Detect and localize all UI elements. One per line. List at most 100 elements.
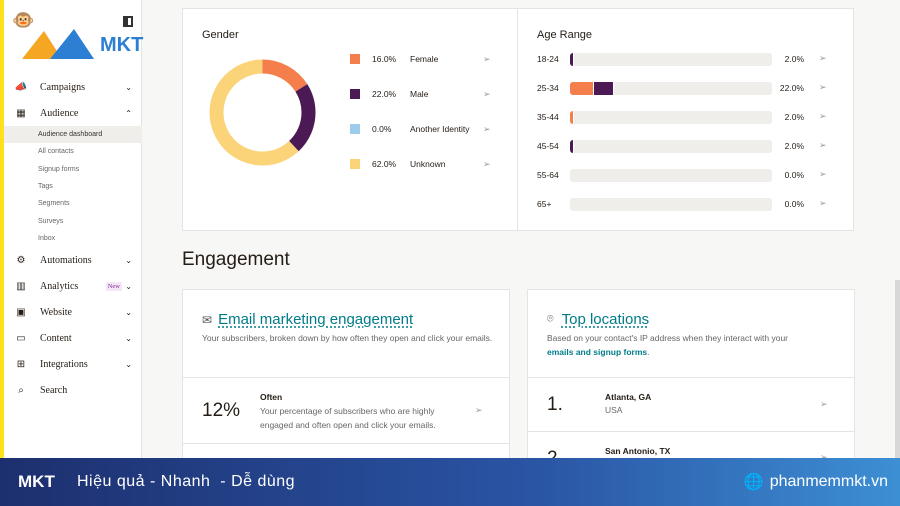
scrollbar[interactable] xyxy=(895,280,900,458)
footer-brand-logo: MKT xyxy=(18,472,55,491)
location-pin-icon: ⌾ xyxy=(547,313,554,325)
sidebar-subitem[interactable]: Inbox xyxy=(4,230,142,247)
gender-legend-item: 16.0% Female ➢ xyxy=(350,54,500,64)
send-icon[interactable]: ➢ xyxy=(483,89,491,100)
send-icon[interactable]: ➢ xyxy=(483,159,491,170)
age-label: 35-44 xyxy=(537,112,559,122)
gender-legend-item: 0.0% Another Identity ➢ xyxy=(350,124,500,134)
age-row: 65+ 0.0% ➢ xyxy=(537,198,837,212)
engagement-heading: Engagement xyxy=(182,249,290,270)
age-pct: 22.0% xyxy=(779,83,804,93)
age-label: 65+ xyxy=(537,199,552,209)
search-icon: ⌕ xyxy=(18,384,24,396)
sidebar-item-label: Audience xyxy=(40,107,79,119)
legend-label: Female xyxy=(410,54,439,64)
sidebar-item-integrations[interactable]: ⊞ Integrations ⌄ xyxy=(4,351,142,377)
website-icon: ▣ xyxy=(16,306,26,318)
sidebar-item-campaigns[interactable]: 📣 Campaigns ⌄ xyxy=(4,74,142,100)
mkt-watermark-logo: MKT xyxy=(22,29,143,59)
collapse-sidebar-icon[interactable] xyxy=(123,16,133,27)
send-icon[interactable]: ➢ xyxy=(820,399,828,410)
footer-site[interactable]: phanmemmkt.vn xyxy=(770,473,888,491)
send-icon[interactable]: ➢ xyxy=(819,198,827,209)
send-icon[interactable]: ➢ xyxy=(483,54,491,65)
audience-icon: ▦ xyxy=(16,107,26,119)
age-label: 55-64 xyxy=(537,170,559,180)
send-icon[interactable]: ➢ xyxy=(819,82,827,93)
sidebar-subitem[interactable]: Segments xyxy=(4,195,142,212)
send-icon[interactable]: ➢ xyxy=(819,169,827,180)
age-row: 45-54 2.0% ➢ xyxy=(537,140,837,154)
legend-pct: 62.0% xyxy=(372,159,397,169)
globe-icon: 🌐 xyxy=(743,474,764,491)
sidebar-item-website[interactable]: ▣ Website ⌄ xyxy=(4,299,142,325)
gender-legend-item: 62.0% Unknown ➢ xyxy=(350,159,500,169)
legend-swatch xyxy=(350,159,360,169)
age-bar xyxy=(570,111,772,124)
chevron-down-icon[interactable]: ⌄ xyxy=(125,256,132,265)
top-locations-desc: Based on your contact's IP address when … xyxy=(547,333,789,343)
sidebar-subitem[interactable]: Surveys xyxy=(4,212,142,229)
age-row: 35-44 2.0% ➢ xyxy=(537,111,837,125)
legend-pct: 16.0% xyxy=(372,54,397,64)
age-bar xyxy=(570,140,772,153)
send-icon[interactable]: ➢ xyxy=(819,53,827,64)
grid-icon: ⊞ xyxy=(16,358,26,370)
age-bar-segment xyxy=(570,82,595,95)
engagement-name: Often xyxy=(260,392,283,402)
age-bar xyxy=(570,82,772,95)
engagement-desc: Your percentage of subscribers who are h… xyxy=(260,406,436,430)
legend-label: Unknown xyxy=(410,159,446,169)
sidebar-subitem[interactable]: Tags xyxy=(4,178,142,195)
sidebar-subitem[interactable]: All contacts xyxy=(4,143,142,160)
sidebar-item-audience[interactable]: ▦ Audience ⌃ xyxy=(4,100,142,126)
email-engagement-card: ✉ Email marketing engagement Your subscr… xyxy=(182,289,510,469)
envelope-icon: ✉ xyxy=(202,312,213,327)
sidebar: 🐵 MKT 📣 Campaigns ⌄ ▦ Audience ⌃ Audience dash… xyxy=(4,0,143,458)
sidebar-item-label: Integrations xyxy=(40,358,88,370)
sidebar-subitem[interactable]: Audience dashboard xyxy=(4,126,142,144)
sidebar-item-label: Campaigns xyxy=(40,81,85,93)
sidebar-item-analytics[interactable]: ▥ Analytics New ⌄ xyxy=(4,273,142,299)
gender-donut-chart xyxy=(209,59,316,166)
age-bar-segment xyxy=(570,111,575,124)
legend-label: Male xyxy=(410,89,429,99)
chevron-down-icon[interactable]: ⌄ xyxy=(125,83,132,92)
sidebar-subitem[interactable]: Signup forms xyxy=(4,161,142,178)
chevron-down-icon[interactable]: ⌄ xyxy=(125,308,132,317)
send-icon[interactable]: ➢ xyxy=(819,140,827,151)
age-label: 18-24 xyxy=(537,54,559,64)
top-locations-card: ⌾ Top locations Based on your contact's … xyxy=(527,289,855,469)
new-badge: New xyxy=(105,281,122,291)
signup-forms-link[interactable]: emails and signup forms xyxy=(547,347,647,357)
engagement-pct: 12% xyxy=(202,400,241,421)
location-city: Atlanta, GA xyxy=(605,392,652,402)
email-engagement-title[interactable]: Email marketing engagement xyxy=(218,311,413,328)
sidebar-item-automations[interactable]: ⚙ Automations ⌄ xyxy=(4,247,142,273)
age-pct: 2.0% xyxy=(784,141,804,151)
age-bar-segment xyxy=(570,140,575,153)
sidebar-item-label: Content xyxy=(40,332,72,344)
age-bar xyxy=(570,198,772,211)
engagement-row-often: 12% Often Your percentage of subscribers… xyxy=(183,377,509,443)
chevron-down-icon[interactable]: ⌄ xyxy=(125,334,132,343)
age-bar-segment xyxy=(594,82,615,95)
location-city: San Antonio, TX xyxy=(605,446,671,456)
top-locations-title[interactable]: Top locations xyxy=(562,311,650,328)
analytics-icon: ▥ xyxy=(16,280,26,292)
sidebar-item-search[interactable]: ⌕ Search xyxy=(4,377,142,403)
send-icon[interactable]: ➢ xyxy=(475,405,483,416)
send-icon[interactable]: ➢ xyxy=(819,111,827,122)
chevron-down-icon[interactable]: ⌄ xyxy=(125,282,132,291)
content-icon: ▭ xyxy=(16,332,26,344)
sidebar-item-label: Analytics xyxy=(40,280,79,292)
sidebar-item-label: Automations xyxy=(40,254,92,266)
send-icon[interactable]: ➢ xyxy=(483,124,491,135)
legend-swatch xyxy=(350,54,360,64)
sidebar-item-content[interactable]: ▭ Content ⌄ xyxy=(4,325,142,351)
legend-swatch xyxy=(350,124,360,134)
age-label: 25-34 xyxy=(537,83,559,93)
chevron-down-icon[interactable]: ⌄ xyxy=(125,360,132,369)
location-row: 1. Atlanta, GA USA ➢ xyxy=(528,377,854,431)
chevron-up-icon[interactable]: ⌃ xyxy=(125,109,132,118)
